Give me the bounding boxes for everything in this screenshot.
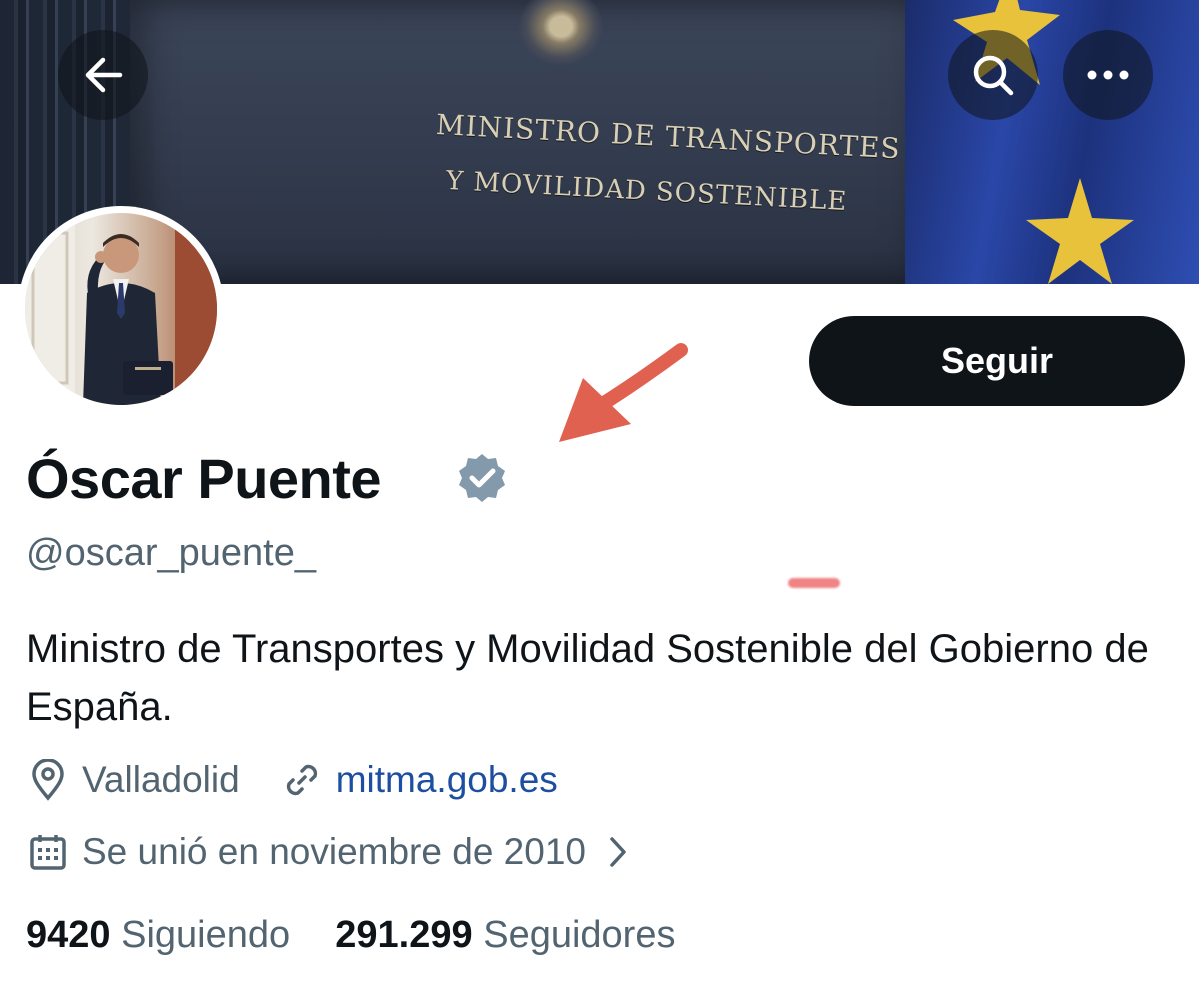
profile-joined-date: Se unió en noviembre de 2010 [82, 831, 586, 872]
search-button[interactable] [948, 30, 1038, 120]
arrow-left-icon [85, 57, 123, 93]
avatar-photo [25, 213, 217, 405]
search-icon [973, 55, 1014, 96]
verified-badge-icon[interactable] [456, 452, 508, 504]
more-horizontal-icon [1087, 70, 1129, 80]
profile-handle: @oscar_puente_ [26, 532, 316, 574]
following-link[interactable]: 9420 Siguiendo [26, 914, 290, 956]
profile-website-link[interactable]: mitma.gob.es [336, 759, 558, 801]
link-icon [280, 758, 324, 802]
banner-coat-of-arms [518, 0, 604, 66]
avatar-person-illustration [25, 213, 217, 405]
followers-link[interactable]: 291.299 Seguidores [335, 914, 675, 956]
eu-stars [953, 0, 1134, 284]
followers-count: 291.299 [335, 914, 473, 956]
following-label: Siguiendo [121, 914, 291, 956]
banner-eu-flag [905, 0, 1199, 284]
avatar[interactable] [18, 206, 224, 412]
following-count: 9420 [26, 914, 111, 956]
chevron-right-icon [596, 830, 640, 874]
back-button[interactable] [58, 30, 148, 120]
profile-location: Valladolid [82, 759, 240, 800]
profile-stats: 9420 Siguiendo 291.299 Seguidores [26, 914, 675, 957]
followers-label: Seguidores [483, 914, 676, 956]
profile-meta-location-website: Valladolid mitma.gob.es [26, 758, 558, 802]
profile-name: Óscar Puente [26, 447, 382, 510]
profile-bio: Ministro de Transportes y Movilidad Sost… [26, 627, 1149, 729]
more-options-button[interactable] [1063, 30, 1153, 120]
annotation-arrow-icon [559, 343, 688, 442]
calendar-icon [26, 830, 70, 874]
follow-button[interactable]: Seguir [809, 316, 1185, 406]
location-pin-icon [26, 758, 70, 802]
profile-joined-row[interactable]: Se unió en noviembre de 2010 [26, 830, 652, 874]
annotation-mark [788, 578, 840, 588]
